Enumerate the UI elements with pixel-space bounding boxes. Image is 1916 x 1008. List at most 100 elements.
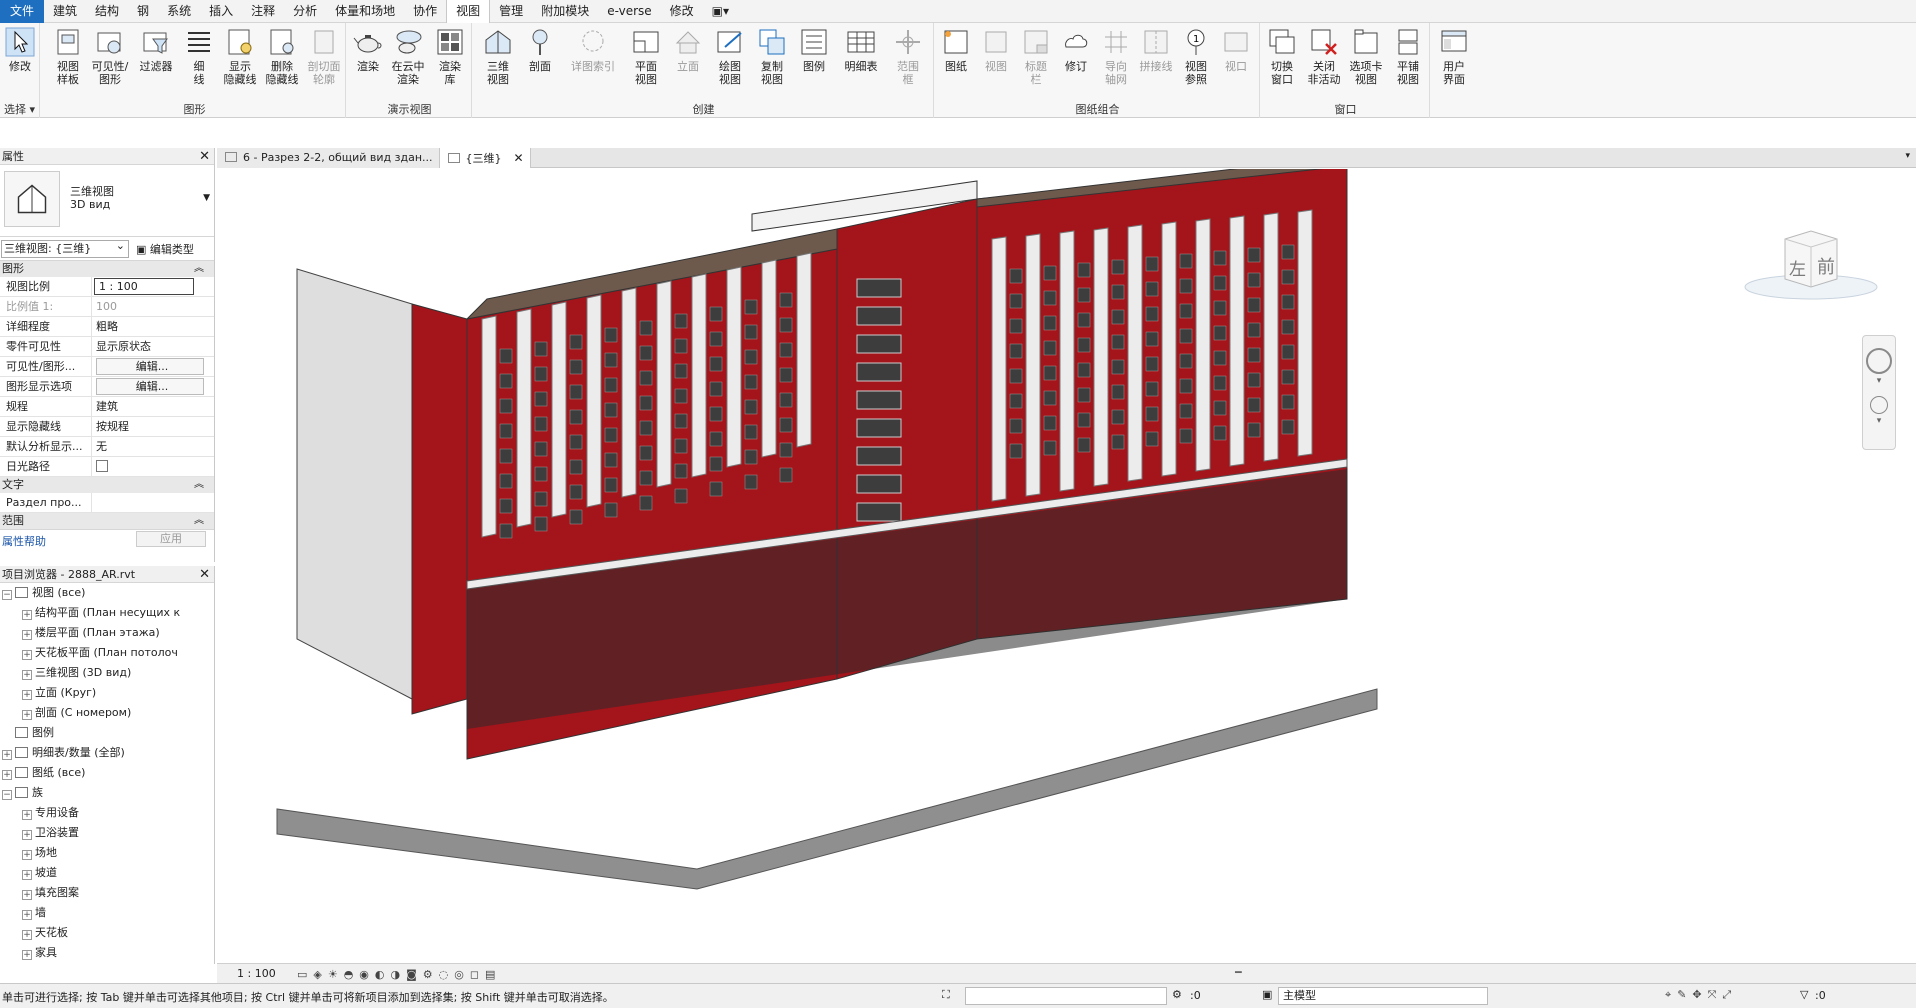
tree-item[interactable]: + 坡道 (0, 863, 214, 883)
menu-tab-4[interactable]: 系统 (158, 0, 200, 23)
view-instance-dropdown[interactable]: 三维视图: {三维} (1, 238, 129, 258)
schedules-button[interactable]: 明细表 (836, 27, 886, 73)
expand-icon[interactable]: + (2, 750, 12, 760)
viewports-button[interactable]: 视口 (1216, 27, 1256, 73)
visibility-graphics-button[interactable]: 可见性/ 图形 (90, 27, 130, 86)
workset-combo[interactable] (965, 987, 1167, 1005)
editable-icon[interactable]: ⚙ (1172, 988, 1182, 1001)
horizontal-scroll-grip[interactable]: ━ (1235, 966, 1242, 979)
property-value[interactable]: 编辑... (96, 378, 204, 395)
show-hidden-lines-button[interactable]: 显示 隐藏线 (220, 27, 260, 86)
menu-tab-3[interactable]: 钢 (128, 0, 158, 23)
expand-icon[interactable]: + (22, 870, 32, 880)
tab-menu-icon[interactable]: ▾ (1905, 151, 1910, 161)
render-gallery-button[interactable]: 渲染 库 (430, 27, 470, 86)
tree-item[interactable]: + 立面 (Круг) (0, 683, 214, 703)
menu-tab-5[interactable]: 插入 (200, 0, 242, 23)
property-value[interactable]: 编辑... (96, 358, 204, 375)
view-template-button[interactable]: 视图 样板 (48, 27, 88, 86)
tree-item[interactable]: − 族 (0, 783, 214, 803)
design-option-dropdown[interactable]: 主模型 (1278, 987, 1488, 1005)
expand-icon[interactable]: + (22, 850, 32, 860)
menu-tab-2[interactable]: 结构 (86, 0, 128, 23)
close-icon[interactable]: ✕ (199, 148, 210, 165)
property-value[interactable] (92, 457, 214, 476)
properties-help-link[interactable]: 属性帮助 (2, 533, 46, 549)
tree-item[interactable]: + 三维视图 (3D вид) (0, 663, 214, 683)
tree-item[interactable]: + 天花板 (0, 923, 214, 943)
type-selector[interactable]: 三维视图 3D вид ▼ (0, 165, 214, 237)
tree-item[interactable]: + 专用设备 (0, 803, 214, 823)
scope-box-button[interactable]: 范围 框 (888, 27, 928, 86)
cut-profile-button[interactable]: 剖切面 轮廓 (304, 27, 344, 86)
expand-icon[interactable]: + (22, 950, 32, 960)
worksets-icon[interactable]: ⛶ (942, 988, 950, 1002)
sun-path-checkbox[interactable] (96, 460, 108, 472)
expand-icon[interactable]: + (2, 770, 12, 780)
render-cloud-button[interactable]: 在云中 渲染 (388, 27, 428, 86)
chevron-down-icon[interactable]: ▾ (1863, 416, 1895, 426)
steering-wheel-icon[interactable] (1866, 348, 1892, 374)
section-button[interactable]: 剖面 (520, 27, 560, 73)
tree-item[interactable]: − 视图 (все) (0, 583, 214, 603)
property-value[interactable]: 1 : 100 (94, 278, 194, 295)
user-interface-button[interactable]: 用户 界面 (1434, 27, 1474, 86)
render-button[interactable]: 渲染 (348, 27, 388, 73)
3d-viewport[interactable] (217, 169, 1916, 963)
close-icon[interactable]: ✕ (514, 151, 524, 165)
expand-icon[interactable]: + (22, 830, 32, 840)
zoom-icon[interactable] (1870, 396, 1888, 414)
tile-views-button[interactable]: 平铺 视图 (1388, 27, 1428, 86)
plan-views-button[interactable]: 平面 视图 (626, 27, 666, 86)
expand-icon[interactable]: + (22, 630, 32, 640)
view-reference-button[interactable]: 1 视图 参照 (1176, 27, 1216, 86)
property-value[interactable]: 建筑 (92, 397, 214, 416)
tree-item[interactable]: + 图纸 (все) (0, 763, 214, 783)
matchline-button[interactable]: 拼接线 (1136, 27, 1176, 73)
tab-views-button[interactable]: 选项卡 视图 (1346, 27, 1386, 86)
quick-access-toggle-icon[interactable]: ▣▾ (703, 0, 738, 23)
document-tab[interactable]: 6 - Разрез 2-2, общий вид здан... (217, 148, 440, 168)
menu-tab-14[interactable]: 修改 (661, 0, 703, 23)
thin-lines-button[interactable]: 细 线 (182, 27, 216, 86)
expand-icon[interactable]: + (22, 670, 32, 680)
menu-tab-8[interactable]: 体量和场地 (326, 0, 404, 23)
drafting-view-button[interactable]: 绘图 视图 (710, 27, 750, 86)
document-tab[interactable]: {三维} ✕ (439, 148, 531, 168)
chevron-down-icon[interactable]: ▾ (1863, 376, 1895, 386)
select-group-label[interactable]: 选择 ▾ (0, 101, 39, 117)
expand-icon[interactable]: + (22, 910, 32, 920)
menu-tab-7[interactable]: 分析 (284, 0, 326, 23)
modify-button[interactable]: 修改 (0, 27, 40, 73)
property-value[interactable]: 按规程 (92, 417, 214, 436)
collapse-icon[interactable]: − (2, 790, 12, 800)
elevation-button[interactable]: 立面 (668, 27, 708, 73)
switch-windows-button[interactable]: 切换 窗口 (1262, 27, 1302, 86)
sheet-button[interactable]: 图纸 (936, 27, 976, 73)
viewcube-front-face[interactable]: 前 (1817, 253, 1835, 279)
legend-button[interactable]: 图例 (794, 27, 834, 73)
view-control-icons[interactable]: ▭◈☀◓◉◐◑◙⚙◌◎◻▤ (297, 968, 501, 981)
menu-tab-10[interactable]: 视图 (446, 0, 491, 23)
building-3d-model[interactable] (217, 169, 1916, 963)
menu-tab-12[interactable]: 附加模块 (532, 0, 598, 23)
menu-tab-13[interactable]: e-verse (598, 0, 660, 23)
close-icon[interactable]: ✕ (199, 566, 210, 583)
tree-item[interactable]: 图例 (0, 723, 214, 743)
expand-icon[interactable]: + (22, 890, 32, 900)
tree-item[interactable]: + 卫浴装置 (0, 823, 214, 843)
3d-view-button[interactable]: 三维 视图 (478, 27, 518, 86)
expand-icon[interactable]: + (22, 690, 32, 700)
property-value[interactable]: 粗略 (92, 317, 214, 336)
property-value[interactable] (92, 493, 214, 512)
tree-item[interactable]: + 家具 (0, 943, 214, 963)
tree-item[interactable]: + 墙 (0, 903, 214, 923)
view-scale[interactable]: 1 : 100 (237, 967, 276, 980)
filter-icon[interactable]: ▽ (1800, 988, 1808, 1001)
revisions-button[interactable]: 修订 (1056, 27, 1096, 73)
menu-tab-0[interactable]: 文件 (0, 0, 45, 23)
view-cube[interactable]: 左 前 (1741, 225, 1881, 305)
callout-button[interactable]: 详图索引 (562, 27, 624, 73)
expand-icon[interactable]: + (22, 610, 32, 620)
section-extents[interactable]: 范围 ︽ (0, 513, 214, 529)
